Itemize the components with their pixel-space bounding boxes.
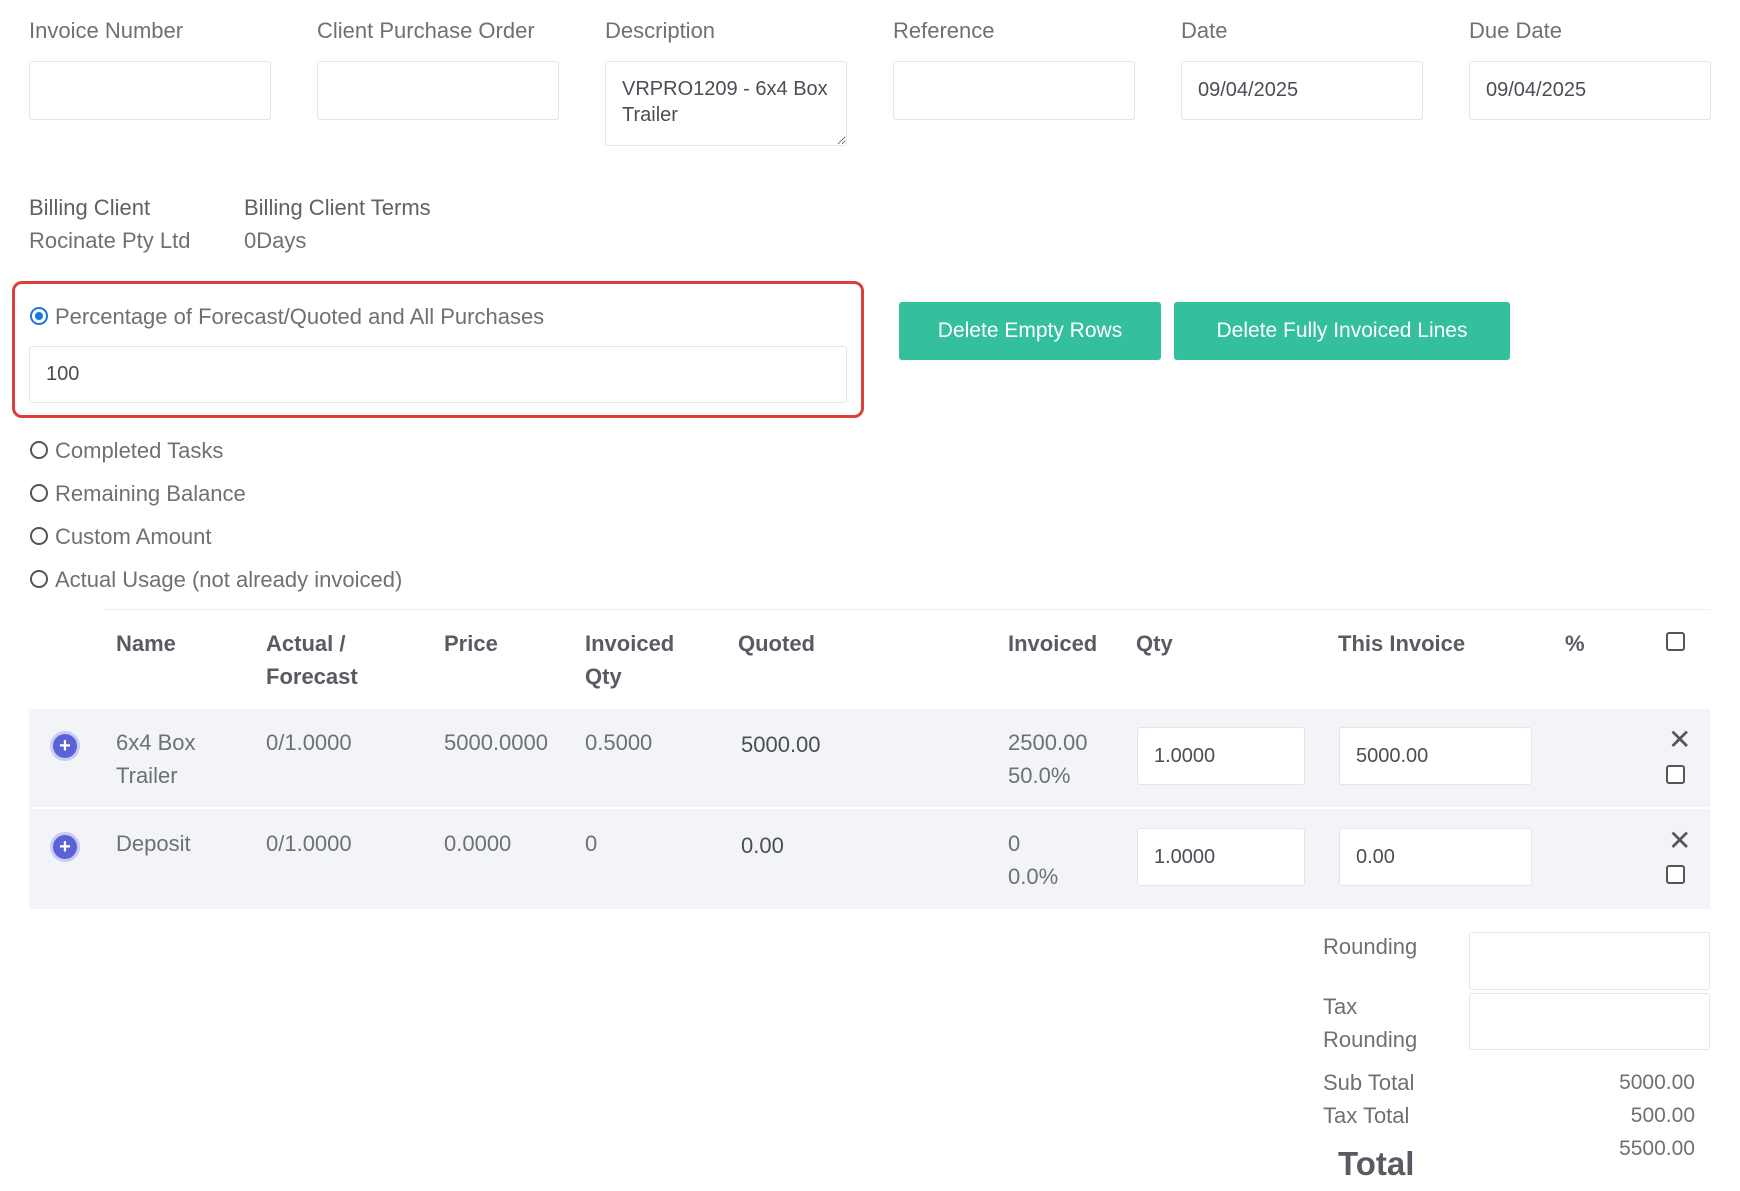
row1-invoiced-amount: 2500.00: [1008, 730, 1088, 755]
remaining-balance-label: Remaining Balance: [55, 481, 246, 506]
billing-client-value: Rocinate Pty Ltd: [29, 228, 191, 253]
row2-actual: 0/1.0000: [266, 831, 352, 856]
completed-tasks-label: Completed Tasks: [55, 438, 224, 463]
remaining-balance-radio[interactable]: [30, 484, 48, 502]
invoice-number-label: Invoice Number: [29, 18, 184, 43]
total-value: 5500.00: [1619, 1137, 1695, 1160]
th-qty: Qty: [1136, 631, 1173, 656]
date-input[interactable]: [1181, 61, 1423, 120]
total-label: Total: [1338, 1145, 1415, 1182]
row1-name-2: Trailer: [116, 763, 178, 788]
client-po-label: Client Purchase Order: [317, 18, 535, 43]
due-date-input[interactable]: [1469, 61, 1711, 120]
reference-label: Reference: [893, 18, 995, 43]
th-invoiced: Invoiced: [1008, 631, 1098, 656]
rounding-label: Rounding: [1323, 934, 1418, 959]
billing-client-label: Billing Client: [29, 195, 151, 220]
tax-rounding-label-2: Rounding: [1323, 1027, 1418, 1052]
row2-invoiced-qty: 0: [585, 831, 598, 856]
tax-rounding-input[interactable]: [1469, 993, 1710, 1050]
row1-name-1: 6x4 Box: [116, 730, 196, 755]
row2-quoted: 0.00: [741, 833, 784, 858]
th-invqty-1: Invoiced: [585, 631, 675, 656]
delete-empty-rows-button[interactable]: Delete Empty Rows: [899, 302, 1161, 360]
actual-usage-label: Actual Usage (not already invoiced): [55, 567, 403, 592]
custom-amount-label: Custom Amount: [55, 524, 212, 549]
row2-invoiced-pct: 0.0%: [1008, 864, 1059, 889]
percentage-radio[interactable]: [30, 307, 48, 325]
th-percent: %: [1565, 631, 1585, 656]
custom-amount-radio[interactable]: [30, 527, 48, 545]
row2-checkbox[interactable]: [1666, 865, 1685, 884]
sub-total-label: Sub Total: [1323, 1070, 1415, 1095]
invoice-number-input[interactable]: [29, 61, 271, 120]
due-date-label: Due Date: [1469, 18, 1562, 43]
description-label: Description: [605, 18, 716, 43]
description-textarea[interactable]: VRPRO1209 - 6x4 Box Trailer: [605, 61, 847, 146]
row1-invoiced-pct: 50.0%: [1008, 763, 1071, 788]
row1-checkbox[interactable]: [1666, 765, 1685, 784]
th-invqty-2: Qty: [585, 664, 622, 689]
th-actual-2: Forecast: [266, 664, 358, 689]
row1-actual: 0/1.0000: [266, 730, 352, 755]
completed-tasks-radio[interactable]: [30, 441, 48, 459]
sub-total-value: 5000.00: [1619, 1071, 1695, 1094]
th-actual-1: Actual /: [266, 631, 346, 656]
expand-plus-icon[interactable]: +: [53, 734, 77, 758]
row2-invoiced-amount: 0: [1008, 831, 1021, 856]
row1-this-invoice-input[interactable]: [1339, 727, 1532, 785]
th-this-invoice: This Invoice: [1338, 631, 1466, 656]
tax-total-label: Tax Total: [1323, 1103, 1410, 1128]
expand-plus-icon[interactable]: +: [53, 835, 77, 859]
row1-quoted: 5000.00: [741, 732, 821, 757]
row1-delete-x-icon[interactable]: ✕: [1668, 726, 1691, 754]
client-po-input[interactable]: [317, 61, 559, 120]
billing-terms-value: 0Days: [244, 228, 307, 253]
billing-terms-label: Billing Client Terms: [244, 195, 431, 220]
row2-qty-input[interactable]: [1137, 828, 1305, 886]
row1-invoiced-qty: 0.5000: [585, 730, 653, 755]
th-price: Price: [444, 631, 498, 656]
percentage-input[interactable]: [29, 346, 847, 403]
tax-rounding-label-1: Tax: [1323, 994, 1358, 1019]
th-quoted: Quoted: [738, 631, 815, 656]
select-all-checkbox[interactable]: [1666, 632, 1685, 651]
rounding-input[interactable]: [1469, 932, 1710, 990]
row1-price: 5000.0000: [444, 730, 548, 755]
row2-this-invoice-input[interactable]: [1339, 828, 1532, 886]
row2-price: 0.0000: [444, 831, 512, 856]
reference-input[interactable]: [893, 61, 1135, 120]
tax-total-value: 500.00: [1630, 1104, 1695, 1127]
actual-usage-radio[interactable]: [30, 570, 48, 588]
row1-qty-input[interactable]: [1137, 727, 1305, 785]
delete-fully-invoiced-button[interactable]: Delete Fully Invoiced Lines: [1174, 302, 1510, 360]
percentage-radio-label: Percentage of Forecast/Quoted and All Pu…: [55, 304, 545, 329]
th-name: Name: [116, 631, 176, 656]
date-label: Date: [1181, 18, 1228, 43]
row2-name-1: Deposit: [116, 831, 191, 856]
row2-delete-x-icon[interactable]: ✕: [1668, 827, 1691, 855]
table-top-divider: [103, 609, 1710, 610]
